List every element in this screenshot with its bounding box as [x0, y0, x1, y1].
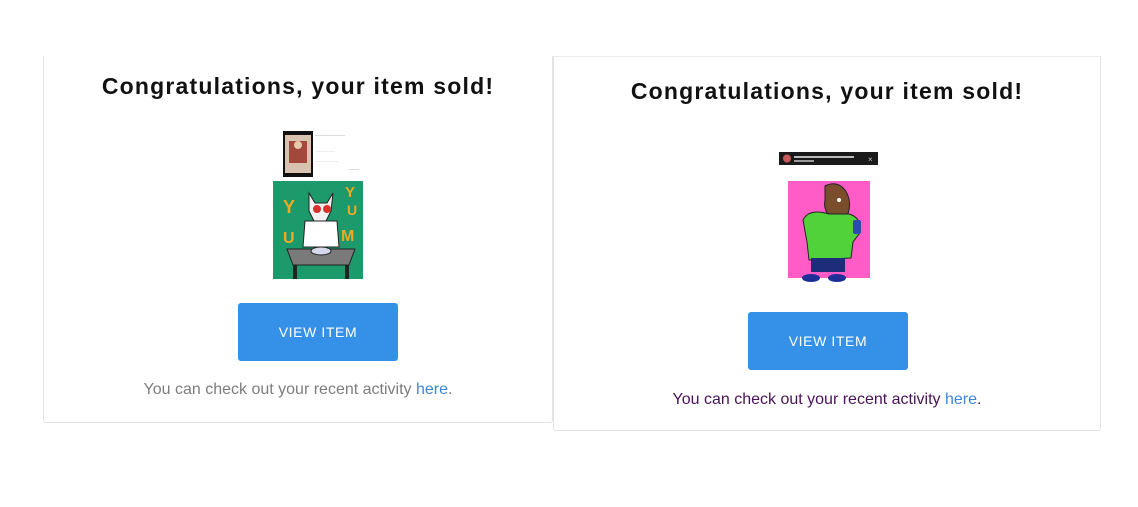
- recent-activity-label: You can check out your recent activity: [143, 381, 416, 398]
- svg-text:M: M: [341, 228, 354, 245]
- svg-text:Y: Y: [283, 197, 295, 217]
- recent-activity-link[interactable]: here: [945, 391, 977, 408]
- recent-activity-label: You can check out your recent activity: [672, 391, 945, 408]
- recent-activity-text: You can check out your recent activity h…: [554, 391, 1100, 409]
- recent-activity-text: You can check out your recent activity h…: [44, 381, 552, 399]
- card-title: Congratulations, your item sold!: [630, 78, 1024, 104]
- card-title: Congratulations, your item sold!: [101, 73, 495, 99]
- sale-notification-card: Congratulations, your item sold! × VIEW …: [553, 56, 1101, 431]
- sale-notification-card: Congratulations, your item sold! Y Y U U…: [43, 56, 553, 423]
- yum-artwork-image[interactable]: Y Y U U M: [269, 131, 369, 286]
- view-item-button[interactable]: VIEW ITEM: [238, 303, 398, 361]
- svg-text:Y: Y: [345, 184, 355, 201]
- svg-text:U: U: [347, 202, 357, 218]
- svg-text:×: ×: [868, 155, 873, 164]
- hoodie-character-artwork-image[interactable]: ×: [779, 150, 879, 292]
- recent-activity-period: .: [448, 381, 453, 398]
- svg-text:U: U: [283, 230, 295, 247]
- recent-activity-period: .: [977, 391, 982, 408]
- view-item-button[interactable]: VIEW ITEM: [748, 312, 908, 370]
- recent-activity-link[interactable]: here: [416, 381, 448, 398]
